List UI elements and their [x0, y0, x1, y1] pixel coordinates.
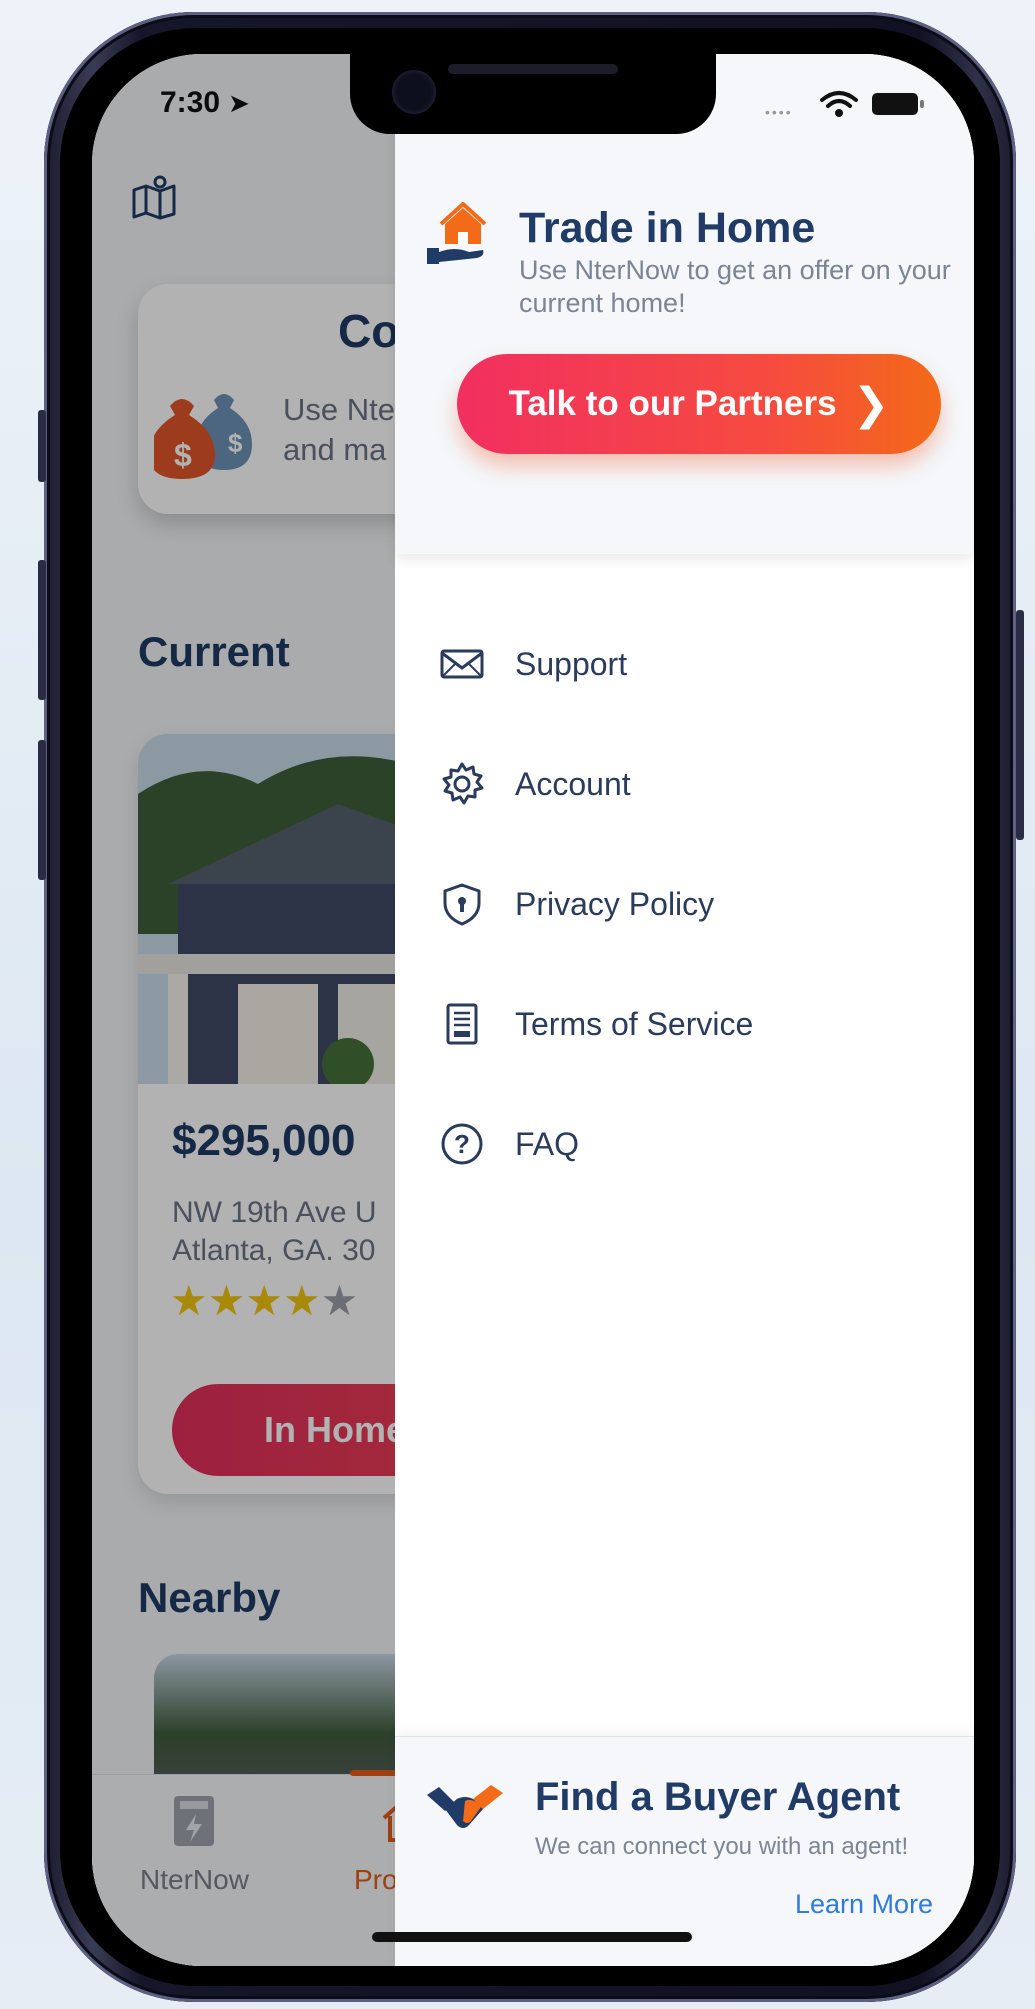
talk-to-partners-label: Talk to our Partners: [508, 384, 837, 423]
svg-text:?: ?: [454, 1129, 470, 1159]
battery-icon: [872, 93, 924, 115]
menu-item-faq[interactable]: ? FAQ: [395, 1094, 974, 1194]
wifi-icon: [820, 91, 858, 117]
menu-item-terms[interactable]: Terms of Service: [395, 974, 974, 1074]
cellular-signal-icon: ••••: [765, 104, 793, 120]
menu-item-account-label: Account: [515, 765, 631, 802]
menu-item-privacy-label: Privacy Policy: [515, 885, 715, 922]
volume-up-button: [38, 560, 46, 700]
trade-in-home-icon: [427, 202, 487, 264]
earpiece-speaker: [448, 64, 618, 74]
buyer-agent-description: We can connect you with an agent!: [535, 1833, 909, 1860]
menu-item-faq-label: FAQ: [515, 1125, 580, 1162]
gear-icon: [442, 762, 484, 805]
buyer-agent-title: Find a Buyer Agent: [535, 1775, 901, 1819]
chevron-right-icon: ❯: [852, 379, 890, 429]
shield-icon: [443, 883, 481, 926]
handshake-icon: [427, 1785, 503, 1828]
question-icon: ?: [441, 1123, 483, 1165]
document-icon: [446, 1003, 478, 1045]
phone-screen: 7:30 ➤ Cont $ $ Use Nte and ma Current $…: [92, 54, 974, 1966]
learn-more-link[interactable]: Learn More: [795, 1889, 933, 1920]
volume-down-button: [38, 740, 46, 880]
envelope-icon: [440, 649, 484, 679]
menu-item-account[interactable]: Account: [395, 734, 974, 834]
menu-item-terms-label: Terms of Service: [515, 1005, 754, 1042]
mute-switch: [38, 410, 46, 482]
menu-item-privacy-policy[interactable]: Privacy Policy: [395, 854, 974, 954]
trade-in-description: Use NterNow to get an offer on your curr…: [519, 255, 951, 318]
power-button: [1016, 610, 1024, 840]
menu-item-support[interactable]: Support: [395, 614, 974, 714]
home-indicator[interactable]: [372, 1932, 692, 1942]
side-drawer: •••• Trade in Home Use NterNow to get an…: [395, 54, 974, 1966]
trade-in-title: Trade in Home: [519, 204, 816, 252]
talk-to-partners-button[interactable]: Talk to our Partners ❯: [457, 354, 941, 454]
menu-item-support-label: Support: [515, 645, 628, 682]
front-camera: [392, 70, 436, 114]
